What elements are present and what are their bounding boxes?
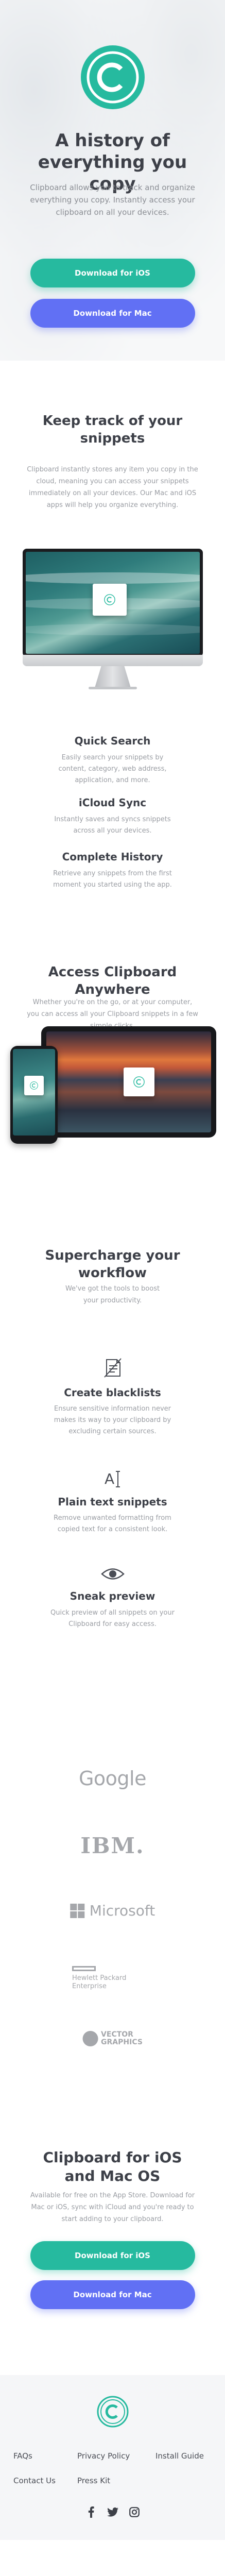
download-mac-button[interactable]: Download for Mac [30,2280,195,2309]
download-ios-button[interactable]: Download for iOS [30,2241,195,2270]
footer-link-contact-us[interactable]: Contact Us [13,2476,56,2485]
supercharge-title: Supercharge your workflow [45,1248,180,1281]
feature-title: iCloud Sync [78,796,147,809]
access-title: Access Clipboard Anywhere [48,964,177,997]
access-section: Access Clipboard Anywhere Whether you're… [0,912,225,1200]
feature-description: Retrieve any snippets from the first mom… [53,870,172,889]
download-mac-button[interactable]: Download for Mac [30,299,195,328]
cta-description: Available for free on the App Store. Dow… [30,2192,195,2223]
feature-title: Create blacklists [64,1386,161,1399]
microsoft-logo-text: Microsoft [89,1902,155,1919]
footer: FAQs Privacy Policy Install Guide Contac… [0,2375,225,2540]
blacklist-icon [103,1358,122,1378]
cta-title: Clipboard for iOS and Mac OS [43,2149,182,2184]
footer-link-faqs[interactable]: FAQs [13,2451,32,2461]
eye-icon [100,1568,125,1580]
feature-description: Easily search your snippets by content, … [58,754,167,784]
microsoft-logo: Microsoft [70,1902,155,1919]
feature-title: Complete History [62,851,163,863]
feature-description: Remove unwanted formatting from copied t… [54,1514,171,1533]
hpe-logo-line2: Enterprise [72,1982,107,1990]
devices-image [10,1026,216,1160]
vector-graphics-logo: VECTOR GRAPHICS [82,2031,143,2046]
feature-title: Sneak preview [70,1590,155,1602]
feature-title: Quick Search [74,735,151,747]
social-links [0,2506,225,2518]
svg-text:A: A [105,1470,114,1487]
footer-link-press-kit[interactable]: Press Kit [77,2476,110,2485]
instagram-icon[interactable] [129,2506,140,2518]
clipboard-c-logo-icon [104,594,115,605]
clipboard-c-logo-icon[interactable] [97,2396,129,2428]
feature-title: Plain text snippets [58,1496,167,1508]
clipboard-c-logo-icon [80,45,145,109]
hpe-logo: Hewlett Packard Enterprise [72,1966,126,1991]
vector-graphics-line2: GRAPHICS [101,2038,143,2046]
feature-description: Quick preview of all snippets on your Cl… [50,1609,175,1628]
twitter-icon[interactable] [107,2506,118,2518]
snippets-section: Keep track of your snippets Clipboard in… [0,361,225,912]
cta-section: Clipboard for iOS and Mac OS Available f… [0,2092,225,2375]
partner-logos-section: Google IBM. Microsoft Hewlett Packard En… [0,1767,225,2092]
feature-description: Ensure sensitive information never makes… [54,1405,171,1435]
hero-description: Clipboard allows you to track and organi… [30,183,195,217]
ibm-logo: IBM. [80,1833,145,1858]
footer-link-privacy-policy[interactable]: Privacy Policy [77,2451,130,2461]
clipboard-c-logo-icon [133,1076,145,1088]
supercharge-description: We've got the tools to boost your produc… [65,1285,160,1304]
snippets-title: Keep track of your snippets [42,413,183,446]
desktop-monitor-image [23,549,203,693]
footer-link-install-guide[interactable]: Install Guide [155,2451,204,2461]
text-cursor-icon: A [105,1470,120,1487]
supercharge-section: Supercharge your workflow We've got the … [0,1200,225,1767]
vector-graphics-line1: VECTOR [101,2030,133,2039]
microsoft-windows-icon [70,1903,84,1918]
feature-description: Instantly saves and syncs snippets acros… [54,816,171,835]
hpe-logo-line1: Hewlett Packard [72,1974,127,1982]
hero-section: A history of everything you copy Clipboa… [0,0,225,361]
facebook-icon[interactable] [85,2506,97,2518]
snippets-description: Clipboard instantly stores any item you … [27,466,198,509]
download-ios-button[interactable]: Download for iOS [30,259,195,287]
google-logo: Google [78,1767,147,1790]
hpe-rectangle-icon [72,1966,96,1971]
vector-graphics-circle-icon [82,2031,98,2046]
page: A history of everything you copy Clipboa… [0,0,225,2540]
clipboard-c-logo-icon [30,1081,38,1090]
